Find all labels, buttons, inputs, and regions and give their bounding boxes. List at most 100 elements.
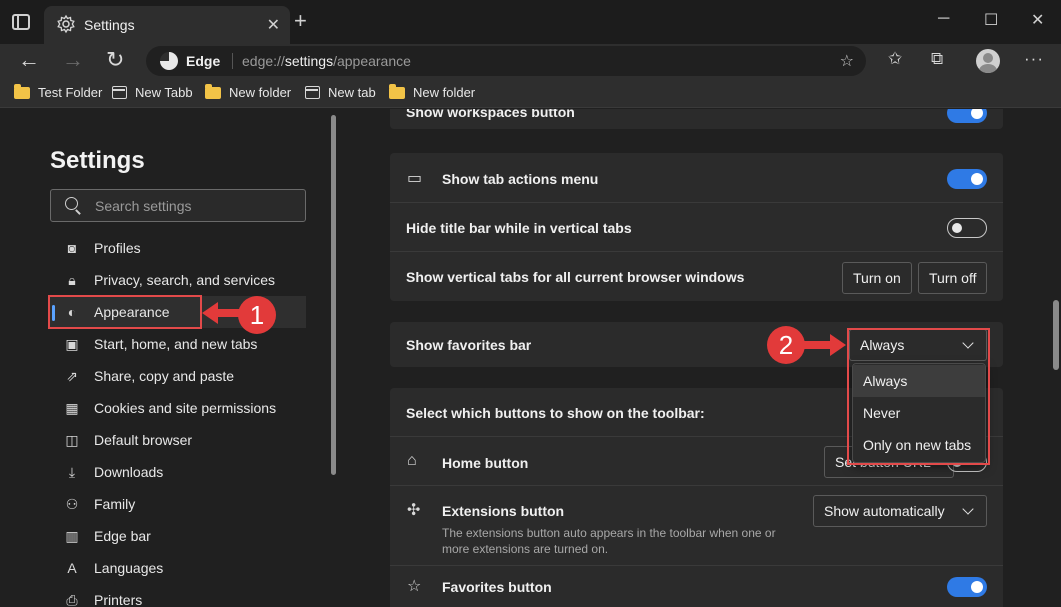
settings-sidebar: Settings ◙Profiles 🔒︎Privacy, search, an… — [0, 109, 340, 607]
tab-settings[interactable]: Settings ✕ — [44, 6, 290, 44]
profile-icon: ◙ — [67, 240, 77, 256]
forward-arrow-icon[interactable]: → — [62, 48, 84, 72]
favorites-button-toggle[interactable] — [947, 577, 987, 597]
sidebar-item-printers[interactable]: ⎙ Printers — [50, 584, 306, 607]
favorite-item[interactable]: New folder — [205, 83, 291, 100]
tab-actions-icon: ▭ — [407, 170, 423, 187]
content-scrollbar[interactable] — [1053, 300, 1059, 370]
site-label: Edge — [186, 53, 221, 69]
sidebar-item-profiles[interactable]: ◙ Profiles — [50, 232, 306, 264]
gear-icon — [57, 14, 75, 34]
search-box[interactable] — [50, 189, 306, 222]
hide-title-bar-toggle[interactable] — [947, 218, 987, 238]
annotation-highlight-favorites-dropdown — [847, 328, 990, 465]
favorites-star-icon: ☆ — [407, 578, 422, 595]
favorites-icon[interactable]: ✩ — [888, 49, 902, 69]
share-icon: ⇗ — [66, 367, 78, 384]
search-icon — [65, 197, 78, 210]
page-icon — [305, 86, 320, 99]
cookies-icon: ▦ — [65, 399, 79, 416]
favorites-button-label: Favorites button — [442, 579, 552, 595]
title-bar: Settings ✕ + ─ ☐ ✕ — [0, 0, 1061, 44]
workspaces-card: Show workspaces button — [390, 109, 1003, 129]
edge-bar-icon: ▥ — [65, 527, 79, 544]
workspaces-toggle[interactable] — [947, 109, 987, 123]
browser-toolbar: ← → ↻ Edge edge://settings/appearance ☆ … — [0, 44, 1061, 78]
favorites-button-row: ☆ Favorites button — [390, 565, 1003, 607]
search-input[interactable] — [95, 196, 295, 216]
download-icon: ⤓ — [68, 463, 76, 480]
toolbar-section-heading: Select which buttons to show on the tool… — [406, 405, 705, 421]
page-title: Settings — [50, 147, 145, 174]
edge-logo-icon — [160, 52, 178, 70]
sidebar-item-family[interactable]: ⚇ Family — [50, 488, 306, 520]
sidebar-item-privacy[interactable]: 🔒︎ Privacy, search, and services — [50, 264, 306, 296]
home-tabs-icon: ▣ — [65, 335, 79, 352]
profile-avatar[interactable] — [976, 49, 1000, 73]
tab-actions-icon[interactable] — [12, 14, 30, 30]
extensions-button-select[interactable]: Show automatically — [813, 495, 987, 527]
vertical-tabs-row: Show vertical tabs for all current brows… — [390, 251, 1003, 301]
add-favorite-star-icon[interactable]: ☆ — [840, 51, 854, 71]
back-arrow-icon[interactable]: ← — [18, 48, 40, 72]
page-icon — [112, 86, 127, 99]
sidebar-scrollbar[interactable] — [331, 115, 336, 475]
extensions-button-label: Extensions button — [442, 503, 565, 519]
url-text[interactable]: edge://settings/appearance — [242, 53, 411, 69]
sidebar-item-share[interactable]: ⇗ Share, copy and paste — [50, 360, 306, 392]
annotation-arrow-1 — [202, 302, 242, 324]
chevron-down-icon — [962, 503, 974, 515]
more-menu-icon[interactable]: ··· — [1024, 49, 1044, 69]
lock-icon: 🔒︎ — [68, 271, 76, 288]
folder-icon — [205, 83, 221, 99]
extensions-description: The extensions button auto appears in th… — [442, 526, 776, 556]
tabs-card: ▭ Show tab actions menu Hide title bar w… — [390, 153, 1003, 301]
annotation-badge-2: 2 — [767, 326, 805, 364]
hide-title-bar-label: Hide title bar while in vertical tabs — [406, 220, 632, 236]
sidebar-item-cookies[interactable]: ▦ Cookies and site permissions — [50, 392, 306, 424]
sidebar-item-edge-bar[interactable]: ▥ Edge bar — [50, 520, 306, 552]
browser-icon: ◫ — [65, 431, 79, 448]
refresh-icon[interactable]: ↻ — [106, 48, 124, 72]
tab-title: Settings — [84, 17, 135, 33]
folder-icon — [389, 83, 405, 99]
hide-title-bar-row: Hide title bar while in vertical tabs — [390, 202, 1003, 251]
favorite-item[interactable]: New Tabb — [112, 85, 193, 100]
favorite-item[interactable]: New folder — [389, 83, 475, 100]
annotation-highlight-appearance — [48, 295, 202, 329]
tab-actions-label: Show tab actions menu — [442, 171, 599, 187]
folder-icon — [14, 83, 30, 99]
workspaces-label: Show workspaces button — [406, 109, 575, 120]
collections-icon[interactable]: ⧉ — [931, 49, 943, 69]
home-icon: ⌂ — [407, 452, 417, 469]
address-bar[interactable]: Edge edge://settings/appearance ☆ — [146, 46, 866, 76]
maximize-button[interactable]: ☐ — [984, 10, 998, 30]
vertical-tabs-label: Show vertical tabs for all current brows… — [406, 269, 745, 285]
tab-actions-row: ▭ Show tab actions menu — [390, 153, 1003, 202]
workspaces-row: Show workspaces button — [390, 109, 1003, 129]
sidebar-item-start-home[interactable]: ▣ Start, home, and new tabs — [50, 328, 306, 360]
family-icon: ⚇ — [65, 495, 79, 512]
favorites-bar-label: Show favorites bar — [406, 337, 532, 353]
favorites-bar: Test Folder New Tabb New folder New tab … — [0, 78, 1061, 108]
favorite-item[interactable]: New tab — [305, 85, 376, 100]
tab-actions-toggle[interactable] — [947, 169, 987, 189]
close-window-button[interactable]: ✕ — [1031, 10, 1044, 30]
printer-icon: ⎙ — [66, 591, 78, 607]
annotation-arrow-2 — [804, 334, 846, 356]
annotation-badge-1: 1 — [238, 296, 276, 334]
sidebar-item-languages[interactable]: A Languages — [50, 552, 306, 584]
sidebar-item-default-browser[interactable]: ◫ Default browser — [50, 424, 306, 456]
turn-on-button[interactable]: Turn on — [842, 262, 912, 294]
minimize-button[interactable]: ─ — [938, 10, 949, 28]
new-tab-button[interactable]: + — [294, 10, 307, 32]
close-tab-icon[interactable]: ✕ — [267, 15, 280, 35]
favorite-item[interactable]: Test Folder — [14, 83, 102, 100]
extensions-button-row: ✣ Extensions button The extensions butto… — [390, 485, 1003, 565]
turn-off-button[interactable]: Turn off — [918, 262, 988, 294]
home-button-label: Home button — [442, 455, 529, 471]
address-separator — [232, 53, 233, 69]
sidebar-item-downloads[interactable]: ⤓ Downloads — [50, 456, 306, 488]
languages-icon: A — [67, 560, 77, 576]
extensions-puzzle-icon: ✣ — [407, 502, 421, 519]
